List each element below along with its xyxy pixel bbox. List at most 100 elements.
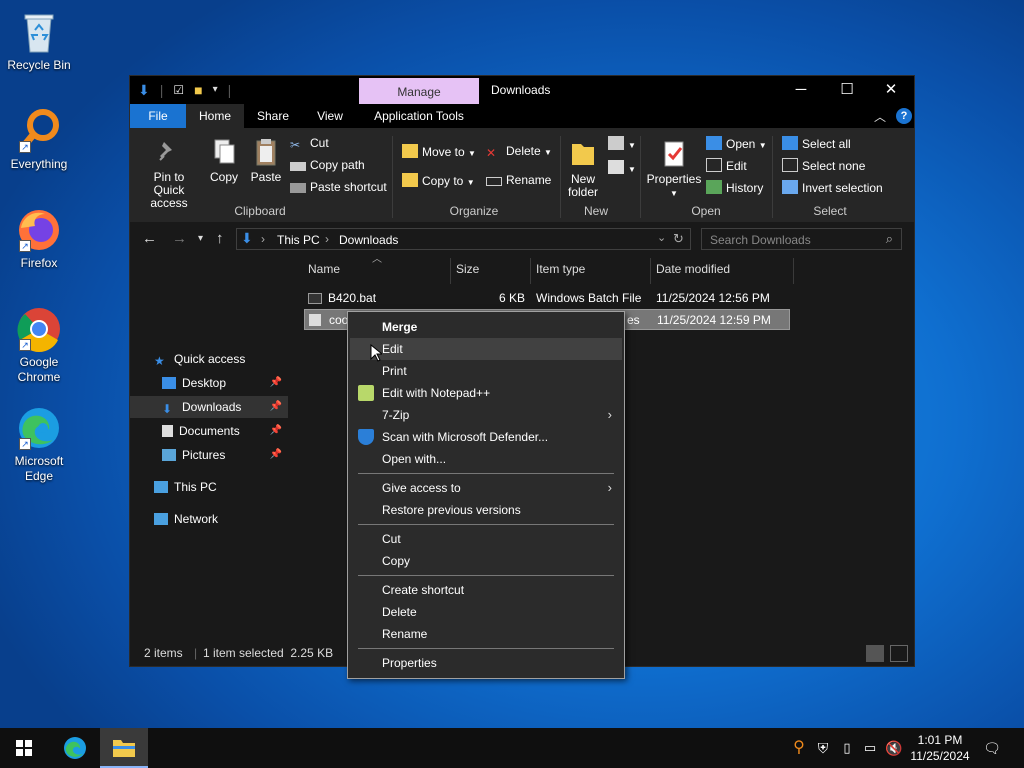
- rename-button[interactable]: Rename: [486, 173, 551, 187]
- select-all-button[interactable]: Select all: [782, 136, 851, 151]
- file-row[interactable]: B420.bat 6 KB Windows Batch File 11/25/2…: [304, 288, 790, 309]
- menu-item-print[interactable]: Print: [350, 360, 622, 382]
- nav-quick-access[interactable]: ★ Quick access: [130, 348, 288, 370]
- desktop-icon-firefox[interactable]: ↗ Firefox: [6, 206, 72, 271]
- menu-item-7zip[interactable]: 7-Zip ›: [350, 404, 622, 426]
- tab-view[interactable]: View: [302, 104, 358, 128]
- column-separator[interactable]: [450, 258, 451, 284]
- search-input[interactable]: Search Downloads ⌕: [701, 228, 902, 250]
- paste-icon: [251, 136, 281, 168]
- file-name: B420.bat: [328, 291, 377, 305]
- menu-item-cut[interactable]: Cut: [350, 528, 622, 550]
- column-separator[interactable]: [793, 258, 794, 284]
- details-view-icon[interactable]: [866, 645, 884, 662]
- column-separator[interactable]: [650, 258, 651, 284]
- paste-shortcut-icon: [290, 183, 306, 193]
- invert-selection-button[interactable]: Invert selection: [782, 180, 883, 195]
- tab-manage[interactable]: Manage: [359, 78, 479, 106]
- menu-item-properties[interactable]: Properties: [350, 652, 622, 674]
- easy-access-button[interactable]: ▼: [608, 160, 636, 175]
- nav-downloads[interactable]: ⬇ Downloads 📌: [130, 396, 288, 418]
- desktop-icon-chrome[interactable]: ↗ Google Chrome: [6, 305, 72, 385]
- menu-item-merge[interactable]: Merge: [350, 316, 622, 338]
- menu-item-open-with[interactable]: Open with...: [350, 448, 622, 470]
- menu-item-restore-previous[interactable]: Restore previous versions: [350, 499, 622, 521]
- breadcrumb-downloads[interactable]: Downloads: [339, 233, 398, 247]
- column-separator[interactable]: [530, 258, 531, 284]
- new-folder-button[interactable]: New folder: [566, 138, 600, 199]
- menu-item-copy[interactable]: Copy: [350, 550, 622, 572]
- history-button[interactable]: History: [706, 180, 763, 195]
- taskbar-edge-button[interactable]: [52, 728, 98, 768]
- address-bar[interactable]: ⬇ › This PC › Downloads ⌄ ↻: [236, 228, 691, 250]
- edge-icon: [64, 737, 86, 759]
- nav-network[interactable]: Network: [130, 508, 288, 530]
- menu-item-give-access[interactable]: Give access to ›: [350, 477, 622, 499]
- paste-shortcut-button[interactable]: Paste shortcut: [290, 180, 387, 194]
- desktop-icon-edge[interactable]: ↗ Microsoft Edge: [6, 404, 72, 484]
- maximize-button[interactable]: ☐: [824, 76, 870, 104]
- tab-file[interactable]: File: [130, 104, 186, 128]
- pin-to-quick-access-button[interactable]: Pin to Quick access: [138, 136, 200, 210]
- menu-item-edit-with-notepadpp[interactable]: Edit with Notepad++: [350, 382, 622, 404]
- title-bar[interactable]: ⬇ | ☑ ■ ▾ | Manage Downloads ─ ☐ ✕: [130, 76, 914, 106]
- column-header-item-type[interactable]: Item type: [536, 262, 585, 276]
- properties-button[interactable]: Properties ▼: [646, 138, 702, 200]
- copy-button[interactable]: Copy: [206, 136, 242, 184]
- tray-network-icon[interactable]: ▭: [860, 728, 880, 768]
- refresh-icon[interactable]: ↻: [673, 231, 684, 247]
- new-folder-icon[interactable]: ■: [194, 81, 202, 99]
- menu-item-delete[interactable]: Delete: [350, 601, 622, 623]
- new-item-button[interactable]: ▼: [608, 136, 636, 151]
- chevron-down-icon[interactable]: ⌄: [657, 231, 666, 244]
- tray-everything-icon[interactable]: ⚲: [790, 728, 808, 768]
- open-button[interactable]: Open ▼: [706, 136, 767, 151]
- column-header-size[interactable]: Size: [456, 262, 479, 276]
- column-header-date-modified[interactable]: Date modified: [656, 262, 730, 276]
- up-button[interactable]: ↑: [216, 230, 224, 247]
- tray-usb-icon[interactable]: ▯: [838, 728, 856, 768]
- notifications-icon[interactable]: 🗨: [980, 728, 1004, 768]
- minimize-button[interactable]: ─: [778, 76, 824, 104]
- help-icon[interactable]: ?: [896, 108, 912, 124]
- delete-button[interactable]: ✕ Delete ▼: [486, 144, 552, 160]
- download-arrow-icon: ⬇: [138, 82, 150, 98]
- tab-application-tools[interactable]: Application Tools: [359, 104, 479, 128]
- cut-button[interactable]: ✂ Cut: [290, 136, 329, 152]
- edit-button[interactable]: Edit: [706, 158, 747, 173]
- nav-documents[interactable]: Documents 📌: [130, 420, 288, 442]
- menu-item-create-shortcut[interactable]: Create shortcut: [350, 579, 622, 601]
- recent-locations-button[interactable]: ▾: [198, 233, 203, 244]
- back-button[interactable]: ←: [142, 230, 157, 247]
- tab-share[interactable]: Share: [244, 104, 302, 128]
- copy-to-button[interactable]: Copy to ▼: [402, 173, 475, 188]
- menu-item-edit[interactable]: Edit: [350, 338, 622, 360]
- large-icons-view-icon[interactable]: [890, 645, 908, 662]
- taskbar-file-explorer-button[interactable]: [100, 728, 148, 768]
- nav-pictures[interactable]: Pictures 📌: [130, 444, 288, 466]
- select-none-button[interactable]: Select none: [782, 158, 865, 173]
- menu-item-rename[interactable]: Rename: [350, 623, 622, 645]
- forward-button[interactable]: →: [172, 230, 187, 247]
- clock[interactable]: 1:01 PM 11/25/2024: [906, 732, 974, 764]
- paste-button[interactable]: Paste: [248, 136, 284, 184]
- selection-info: 1 item selected 2.25 KB: [203, 646, 334, 660]
- desktop-icon-everything[interactable]: ↗ Everything: [6, 107, 72, 172]
- properties-icon[interactable]: ☑: [173, 81, 184, 99]
- nav-desktop[interactable]: Desktop 📌: [130, 372, 288, 394]
- taskbar: ⚲ ⛨ ▯ ▭ 🔇 1:01 PM 11/25/2024 🗨: [0, 728, 1024, 768]
- column-header-name[interactable]: Name: [308, 262, 340, 276]
- customize-qat-icon[interactable]: ▾: [213, 81, 218, 99]
- copy-path-button[interactable]: Copy path: [290, 158, 365, 172]
- breadcrumb-this-pc[interactable]: This PC: [277, 233, 320, 247]
- collapse-ribbon-icon[interactable]: ︿: [874, 108, 886, 125]
- menu-item-scan-defender[interactable]: Scan with Microsoft Defender...: [350, 426, 622, 448]
- tab-home[interactable]: Home: [186, 104, 244, 128]
- desktop-icon-recycle-bin[interactable]: Recycle Bin: [6, 8, 72, 73]
- move-to-button[interactable]: Move to ▼: [402, 144, 476, 159]
- close-button[interactable]: ✕: [868, 76, 914, 104]
- tray-volume-muted-icon[interactable]: 🔇: [884, 728, 904, 768]
- tray-defender-shield-icon[interactable]: ⛨: [814, 728, 832, 768]
- nav-this-pc[interactable]: This PC: [130, 476, 288, 498]
- start-button[interactable]: [0, 728, 48, 768]
